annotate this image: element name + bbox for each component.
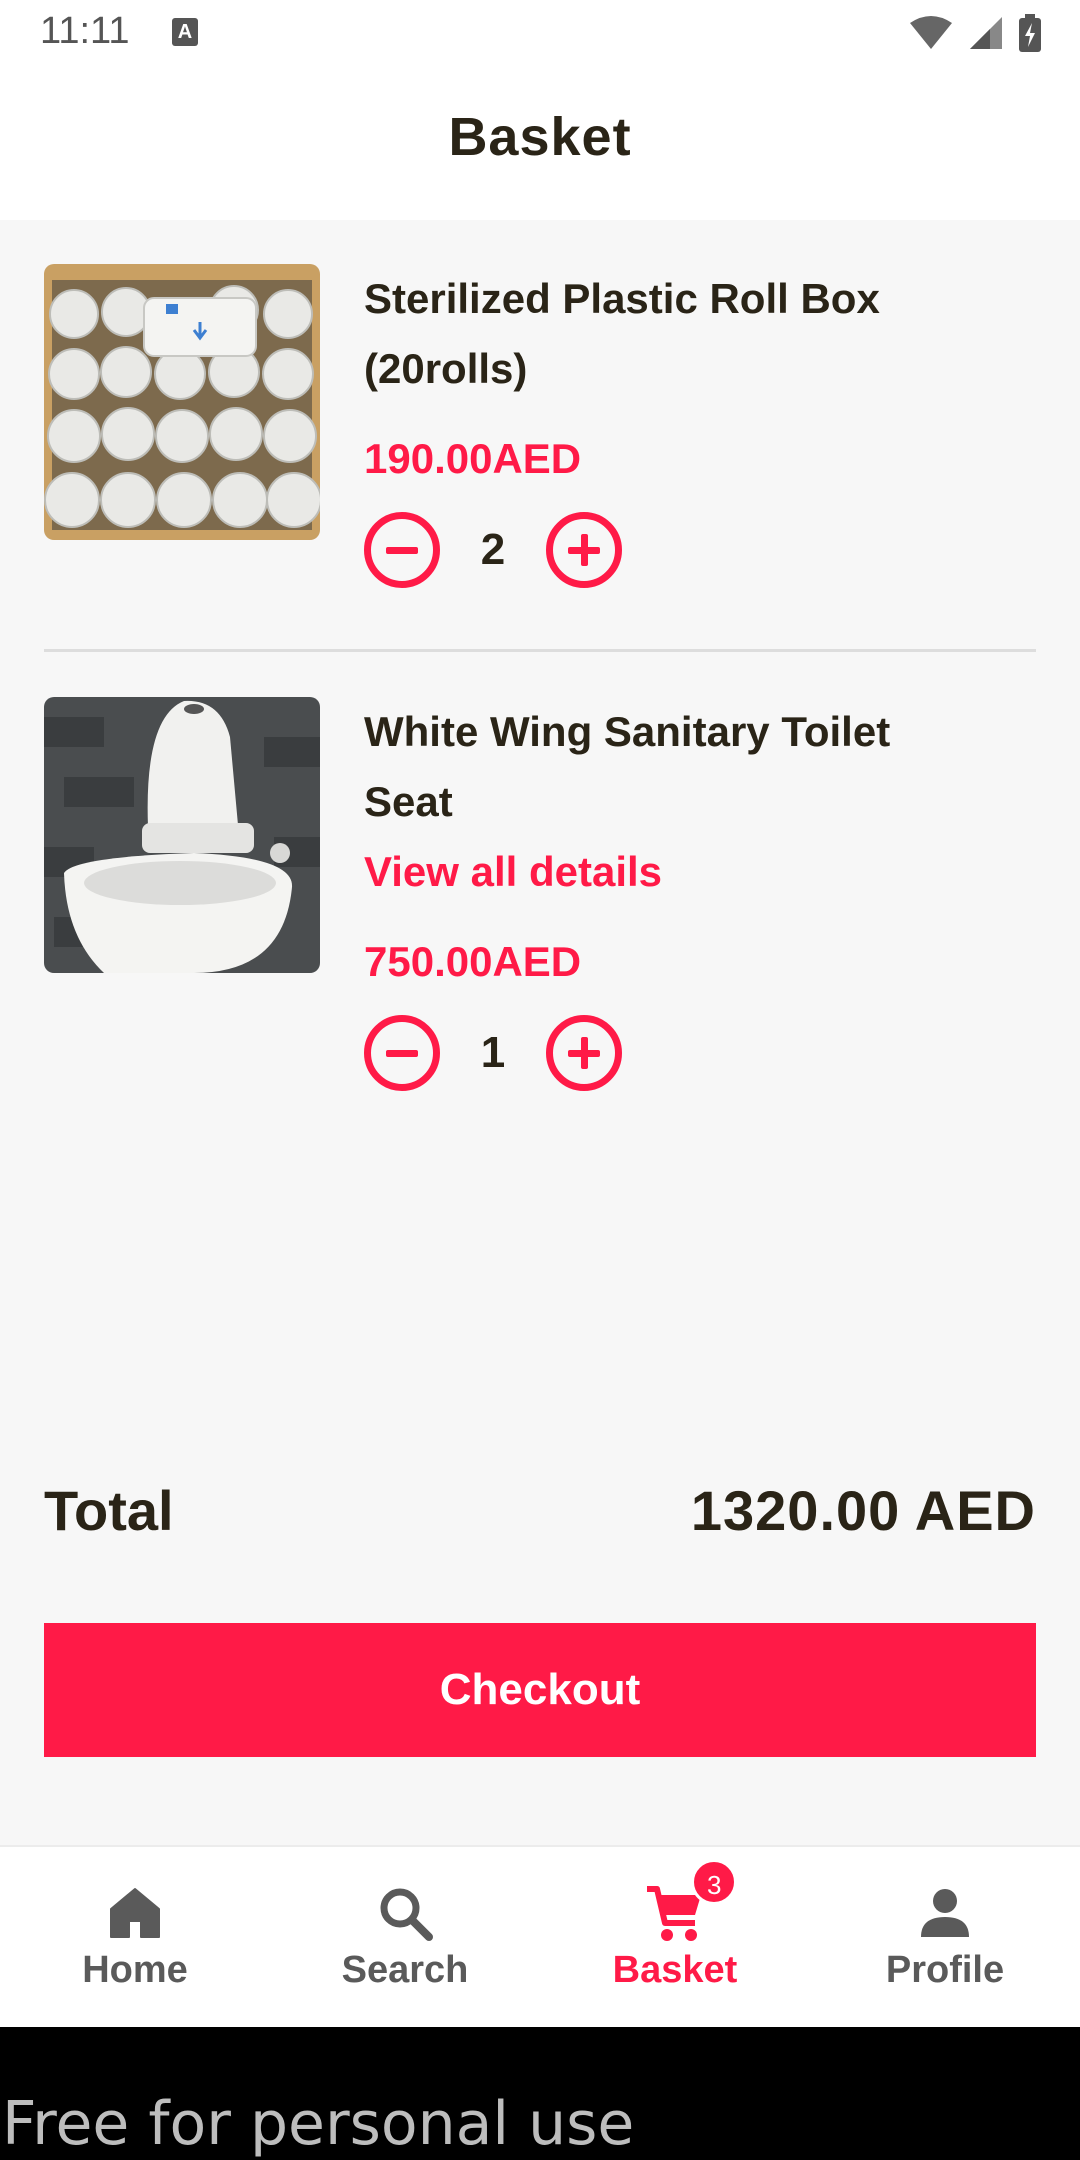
signal-icon xyxy=(970,17,1002,49)
item-info: Sterilized Plastic Roll Box (20rolls) 19… xyxy=(364,264,1036,588)
product-name-line1[interactable]: Sterilized Plastic Roll Box xyxy=(364,264,1036,334)
nav-item-home[interactable]: Home xyxy=(0,1847,270,2027)
app-header: Basket xyxy=(0,66,1080,220)
increase-quantity-button[interactable] xyxy=(546,512,622,588)
decrease-quantity-button[interactable] xyxy=(364,512,440,588)
cart-item: Sterilized Plastic Roll Box (20rolls) 19… xyxy=(44,264,1036,588)
total-label: Total xyxy=(44,1479,174,1542)
quantity-value: 2 xyxy=(480,525,506,574)
nav-label-search: Search xyxy=(341,1949,469,1991)
home-icon xyxy=(110,1888,160,1938)
nav-label-basket: Basket xyxy=(612,1949,738,1991)
page-title: Basket xyxy=(448,107,632,167)
battery-icon xyxy=(1019,14,1041,52)
status-time: 11:11 xyxy=(40,10,130,52)
status-icons xyxy=(908,14,1042,52)
nav-label-home: Home xyxy=(82,1949,188,1991)
nav-item-basket[interactable]: 3 Basket xyxy=(540,1847,810,2027)
search-icon xyxy=(380,1888,433,1941)
minus-icon xyxy=(386,1049,418,1057)
nav-item-profile[interactable]: Profile xyxy=(810,1847,1080,2027)
cart-item: White Wing Sanitary Toilet Seat View all… xyxy=(44,697,1036,1097)
system-footer: Free for personal use xyxy=(0,2027,1080,2160)
minus-icon xyxy=(386,546,418,554)
product-image-plastic-roll-box[interactable] xyxy=(44,264,320,540)
view-all-details-link[interactable]: View all details xyxy=(364,837,1036,907)
person-icon xyxy=(921,1889,969,1937)
product-image-toilet-seat[interactable] xyxy=(44,697,320,973)
product-price: 190.00AED xyxy=(364,435,582,482)
product-price: 750.00AED xyxy=(364,938,582,985)
quantity-stepper: 2 xyxy=(364,512,1036,588)
nav-label-profile: Profile xyxy=(885,1949,1005,1991)
product-name-line1[interactable]: White Wing Sanitary Toilet xyxy=(364,697,1036,767)
checkout-button[interactable]: Checkout xyxy=(44,1623,1036,1757)
product-name-line2[interactable]: (20rolls) xyxy=(364,334,1036,404)
item-divider xyxy=(44,649,1036,652)
notification-icon: A xyxy=(172,18,198,46)
cart-count-badge: 3 xyxy=(691,1859,738,1905)
decrease-quantity-button[interactable] xyxy=(364,1015,440,1091)
bottom-navigation: Home Search 3 Basket Profile xyxy=(0,1845,1080,2027)
quantity-value: 1 xyxy=(480,1028,506,1077)
total-value: 1320.00 AED xyxy=(690,1479,1036,1542)
item-info: White Wing Sanitary Toilet Seat View all… xyxy=(364,697,1036,1091)
status-bar: 11:11 A xyxy=(0,0,1080,66)
watermark-text: Free for personal use xyxy=(2,2089,635,2159)
wifi-icon xyxy=(910,16,952,49)
basket-screen: 11:11 A Basket Sterilized Plastic Roll B… xyxy=(0,0,1080,2160)
increase-quantity-button[interactable] xyxy=(546,1015,622,1091)
product-name-line2[interactable]: Seat xyxy=(364,767,1036,837)
quantity-stepper: 1 xyxy=(364,1015,1036,1091)
nav-item-search[interactable]: Search xyxy=(270,1847,540,2027)
